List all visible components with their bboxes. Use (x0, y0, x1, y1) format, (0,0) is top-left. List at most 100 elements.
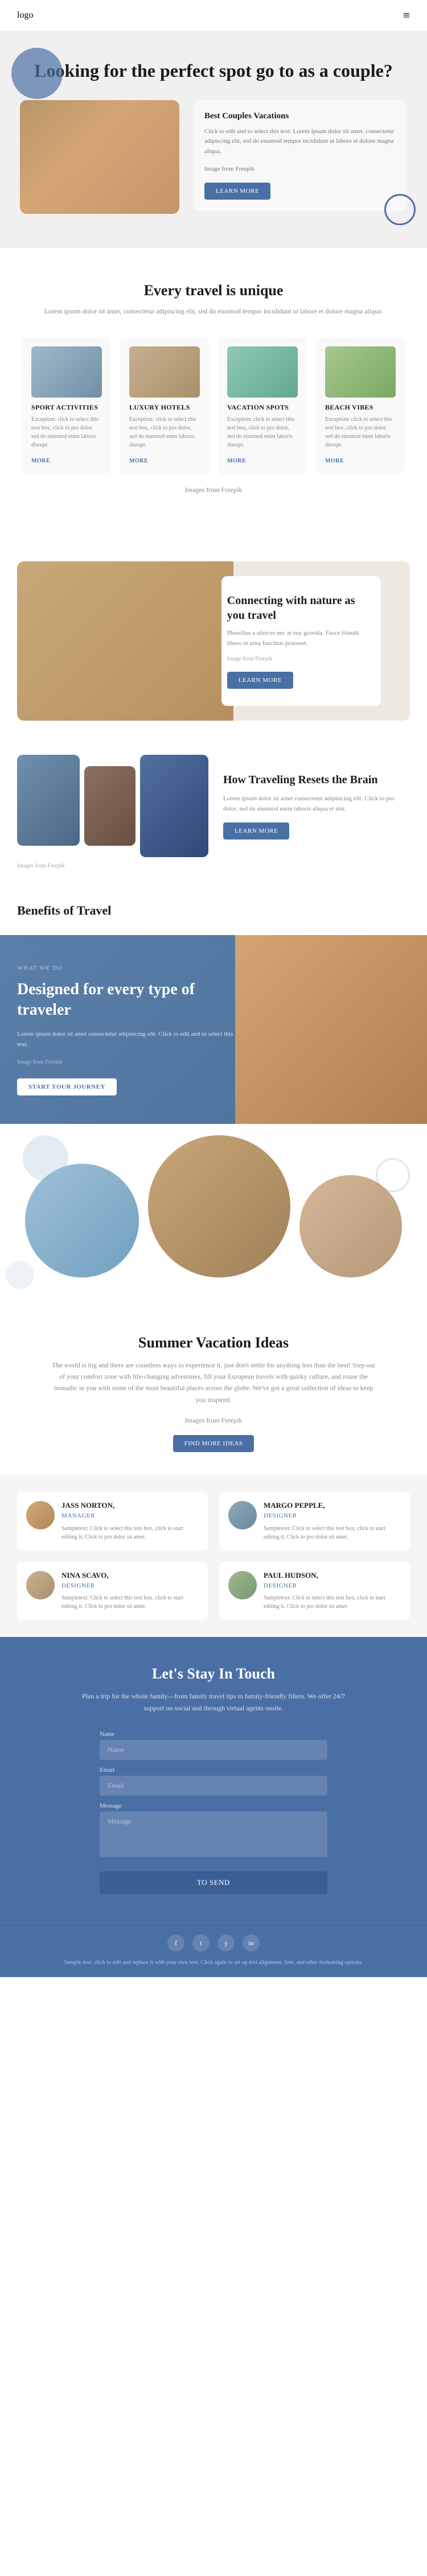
card-hotels-link[interactable]: MORE (129, 458, 148, 464)
email-label: Email (100, 1767, 327, 1773)
card-sport-link[interactable]: MORE (31, 458, 50, 464)
hero-learn-more-button[interactable]: LEARN MORE (204, 183, 270, 200)
hero-box-title: Best Couples Vacations (204, 111, 396, 121)
luxury-hotels-image (129, 346, 200, 398)
navbar: logo ≡ (0, 0, 427, 31)
unique-subtitle: Lorem ipsum dolor sit amet, consectetur … (17, 306, 410, 317)
connecting-section: Connecting with nature as you travel Pha… (17, 561, 410, 721)
hero-circle-decoration (11, 48, 63, 99)
card-sport-title: SPORT ACTIVITIES (31, 403, 102, 412)
connecting-text: Phasellus a ultrices nec at euy gravida.… (227, 629, 364, 648)
team-section: JASS NORTON, MANAGER Sampletext: Click t… (0, 1475, 427, 1637)
team-text-1: Sampletext: Click to select this text bo… (61, 1524, 199, 1541)
card-beach-link[interactable]: MORE (325, 458, 344, 464)
team-text-3: Sampletext: Click to select this text bo… (61, 1594, 199, 1611)
summer-source: Images from Freepik (48, 1415, 379, 1426)
team-role-1: MANAGER (61, 1511, 199, 1521)
team-avatar-2 (228, 1501, 257, 1529)
message-label: Message (100, 1802, 327, 1809)
social-linkedin[interactable]: in (243, 1934, 260, 1951)
benefits-title: Benefits of Travel (0, 892, 427, 935)
card-vacation-title: VACATION SPOTS (227, 403, 298, 412)
card-vacation: VACATION SPOTS Exception: click to selec… (218, 337, 307, 474)
resets-images (17, 755, 208, 857)
resets-image-1 (17, 755, 80, 846)
team-name-4: PAUL HUDSON, (264, 1571, 401, 1580)
designed-label: WHAT WE DO (17, 964, 233, 974)
email-input[interactable] (100, 1776, 327, 1796)
hero-text-box: Best Couples Vacations Click to edit and… (193, 100, 407, 211)
connecting-text-box: Connecting with nature as you travel Pha… (221, 576, 381, 705)
connecting-learn-more-button[interactable]: LEARN MORE (227, 672, 293, 689)
hero-title: Looking for the perfect spot go to as a … (17, 59, 410, 83)
card-hotels-text: Exception: click to select this text box… (129, 415, 200, 449)
hero-couple-image (20, 100, 179, 214)
card-vacation-text: Exception: click to select this text box… (227, 415, 298, 449)
circles-images (17, 1152, 410, 1277)
unique-section: Every travel is unique Lorem ipsum dolor… (0, 248, 427, 539)
cards-row: SPORT ACTIVITIES Exception: click to sel… (17, 337, 410, 474)
message-input[interactable] (100, 1812, 327, 1857)
designed-background-image (235, 935, 427, 1124)
circle-image-3 (299, 1175, 402, 1277)
card-hotels-title: LUXURY HOTELS (129, 403, 200, 412)
team-role-4: DESIGNER (264, 1581, 401, 1591)
vacation-spots-image (227, 346, 298, 398)
cards-source: Images from Freepik (17, 485, 410, 495)
team-name-2: MARGO PEPPLE, (264, 1501, 401, 1510)
name-group: Name (100, 1731, 327, 1760)
team-text-2: Sampletext: Click to select this text bo… (264, 1524, 401, 1541)
hero-box-text: Click to edit and to select this text. L… (204, 127, 396, 157)
team-name-1: JASS NORTON, (61, 1501, 199, 1510)
card-beach-title: BEACH VIBES (325, 403, 396, 412)
resets-text-box: How Traveling Resets the Brain Lorem ips… (217, 772, 410, 839)
footer-copyright: Sample text: click to edit and replace i… (17, 1959, 410, 1966)
team-avatar-1 (26, 1501, 55, 1529)
name-input[interactable] (100, 1740, 327, 1760)
team-avatar-3 (26, 1571, 55, 1599)
hero-content: Best Couples Vacations Click to edit and… (20, 100, 407, 214)
card-beach: BEACH VIBES Exception: click to select t… (316, 337, 405, 474)
social-youtube[interactable]: y (217, 1934, 235, 1951)
designed-journey-button[interactable]: START YOUR JOURNEY (17, 1078, 117, 1095)
email-group: Email (100, 1767, 327, 1796)
team-avatar-4 (228, 1571, 257, 1599)
team-role-3: DESIGNER (61, 1581, 199, 1591)
team-card-4: PAUL HUDSON, DESIGNER Sampletext: Click … (219, 1562, 410, 1620)
resets-text: Lorem ipsum dolor sit amet consectetur a… (223, 794, 410, 814)
card-vacation-link[interactable]: MORE (227, 458, 246, 464)
resets-image-2 (84, 766, 136, 846)
summer-section: Summer Vacation Ideas The world is big a… (0, 1306, 427, 1475)
team-name-3: NINA SCAVO, (61, 1571, 199, 1580)
card-sport-text: Exception: click to select this text box… (31, 415, 102, 449)
hero-circle-outline-decoration (384, 194, 416, 225)
sport-activities-image (31, 346, 102, 398)
contact-title: Let's Stay In Touch (17, 1665, 410, 1682)
submit-button[interactable]: TO SEND (100, 1871, 327, 1894)
team-role-2: DESIGNER (264, 1511, 401, 1521)
contact-text: Plan a trip for the whole family—from fa… (71, 1690, 356, 1714)
social-facebook[interactable]: f (167, 1934, 184, 1951)
resets-inner: How Traveling Resets the Brain Lorem ips… (17, 755, 410, 857)
team-card-1: JASS NORTON, MANAGER Sampletext: Click t… (17, 1492, 208, 1550)
summer-find-more-button[interactable]: FIND MORE IDEAS (173, 1435, 254, 1452)
summer-text: The world is big and there are countless… (48, 1359, 379, 1406)
connecting-title: Connecting with nature as you travel (227, 593, 364, 623)
designed-source: Image from Freepik (17, 1058, 233, 1067)
team-info-1: JASS NORTON, MANAGER Sampletext: Click t… (61, 1501, 199, 1541)
social-twitter[interactable]: t (192, 1934, 210, 1951)
card-beach-text: Exception: click to select this text box… (325, 415, 396, 449)
name-label: Name (100, 1731, 327, 1738)
nav-menu-icon[interactable]: ≡ (403, 8, 410, 23)
resets-section: How Traveling Resets the Brain Lorem ips… (0, 743, 427, 892)
designed-title: Designed for every type of traveler (17, 979, 233, 1021)
social-icons: f t y in (17, 1934, 410, 1951)
hero-section: Looking for the perfect spot go to as a … (0, 31, 427, 248)
card-sport: SPORT ACTIVITIES Exception: click to sel… (22, 337, 111, 474)
team-text-4: Sampletext: Click to select this text bo… (264, 1594, 401, 1611)
team-card-2: MARGO PEPPLE, DESIGNER Sampletext: Click… (219, 1492, 410, 1550)
hero-source: Image from Freepik (204, 164, 396, 175)
resets-learn-more-button[interactable]: LEARN MORE (223, 822, 289, 840)
circles-section (0, 1124, 427, 1306)
team-info-2: MARGO PEPPLE, DESIGNER Sampletext: Click… (264, 1501, 401, 1541)
